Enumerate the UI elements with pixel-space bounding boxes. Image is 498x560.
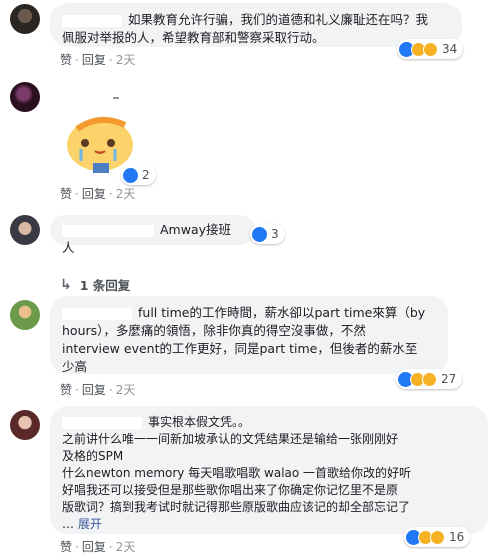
wow-reaction-icon [422, 371, 437, 387]
comment-text-line: 什么newton memory 每天唱歌唱歌 walao 一首歌给你改的好听 [62, 466, 412, 480]
reaction-count: 34 [442, 42, 458, 56]
replies-label: 1 条回复 [79, 278, 131, 293]
reactions-summary[interactable]: 2 [121, 165, 156, 185]
comment-text-line: interview event的工作更好，同是part time，但後者的薪水至 [62, 341, 418, 356]
avatar[interactable] [10, 300, 40, 330]
reactions-summary[interactable]: 3 [250, 224, 285, 244]
comment-text-line: 如果教育允许行骗，我们的道德和礼义廉耻还在吗？我 [128, 12, 429, 27]
comment-bubble: full time的工作時間，薪水卻以part time來算（by hours）… [50, 296, 448, 374]
timestamp[interactable]: 2天 [116, 383, 136, 397]
reply-link[interactable]: 回复 [82, 187, 106, 201]
timestamp[interactable]: 2天 [116, 187, 136, 201]
comment-actions: 赞 · 回复 · 2天 [60, 540, 136, 554]
comment-text-line: full time的工作時間，薪水卻以part time來算（by [138, 305, 426, 320]
comment-text-line: … [62, 517, 74, 531]
author-name-redacted[interactable] [62, 416, 142, 429]
author-name-redacted[interactable] [62, 224, 154, 237]
reply-link[interactable]: 回复 [82, 540, 106, 554]
comment-text-line: 事实根本假文凭。。 [148, 415, 251, 429]
avatar[interactable] [10, 215, 40, 245]
reaction-count: 3 [271, 227, 279, 241]
see-more-link[interactable]: 展开 [78, 517, 102, 531]
comment-text-line: 好唱我还可以接受但是那些歌你唱出来了你确定你记忆里不是原 [62, 483, 399, 497]
like-link[interactable]: 赞 [60, 187, 72, 201]
like-reaction-icon [123, 167, 138, 183]
wow-reaction-icon [423, 41, 438, 57]
reaction-count: 27 [441, 372, 457, 386]
comment-bubble: 事实根本假文凭。。 之前讲什么唯一一间新加坡承认的文凭结果还是输给一张刚刚好 及… [50, 406, 488, 534]
comment-text-line: 佩服对举报的人，希望教育部和警察采取行动。 [62, 30, 325, 45]
timestamp[interactable]: 2天 [116, 540, 136, 554]
reactions-summary[interactable]: 16 [404, 527, 471, 547]
avatar[interactable] [10, 4, 40, 34]
comment-bubble: Amway接班人 [50, 215, 255, 255]
like-reaction-icon [252, 226, 267, 242]
avatar[interactable] [10, 410, 40, 440]
reactions-summary[interactable]: 27 [396, 369, 463, 389]
comment-actions: 赞 · 回复 · 2天 [60, 187, 136, 201]
like-link[interactable]: 赞 [60, 53, 72, 67]
timestamp[interactable]: 2天 [116, 53, 136, 67]
reactions-summary[interactable]: 34 [397, 39, 464, 59]
comment-text-line: 及格的SPM [62, 449, 124, 463]
comment-text-line: 版歌词？搞到我考试时就记得那些原版歌曲应该记的却全部忘记了 [62, 500, 411, 514]
view-replies-link[interactable]: ↳ 1 条回复 [60, 275, 130, 294]
like-link[interactable]: 赞 [60, 540, 72, 554]
reaction-count: 16 [449, 530, 465, 544]
like-link[interactable]: 赞 [60, 383, 72, 397]
comment-text-line: hours），多麼痛的領悟，除非你真的得空沒事做，不然 [62, 323, 366, 338]
comment-text-line: 之前讲什么唯一一间新加坡承认的文凭结果还是输给一张刚刚好 [62, 432, 399, 446]
avatar[interactable] [10, 82, 40, 112]
name-placeholder-dash [113, 97, 119, 99]
comment-actions: 赞 · 回复 · 2天 [60, 383, 136, 397]
comment-text-line: 少高 [62, 359, 88, 374]
comment-actions: 赞 · 回复 · 2天 [60, 53, 136, 67]
reply-arrow-icon: ↳ [60, 276, 72, 293]
reply-link[interactable]: 回复 [82, 53, 106, 67]
wow-reaction-icon [430, 529, 445, 545]
reaction-count: 2 [142, 168, 150, 182]
author-name-redacted[interactable] [62, 307, 132, 320]
reply-link[interactable]: 回复 [82, 383, 106, 397]
author-name-redacted[interactable] [62, 14, 122, 27]
